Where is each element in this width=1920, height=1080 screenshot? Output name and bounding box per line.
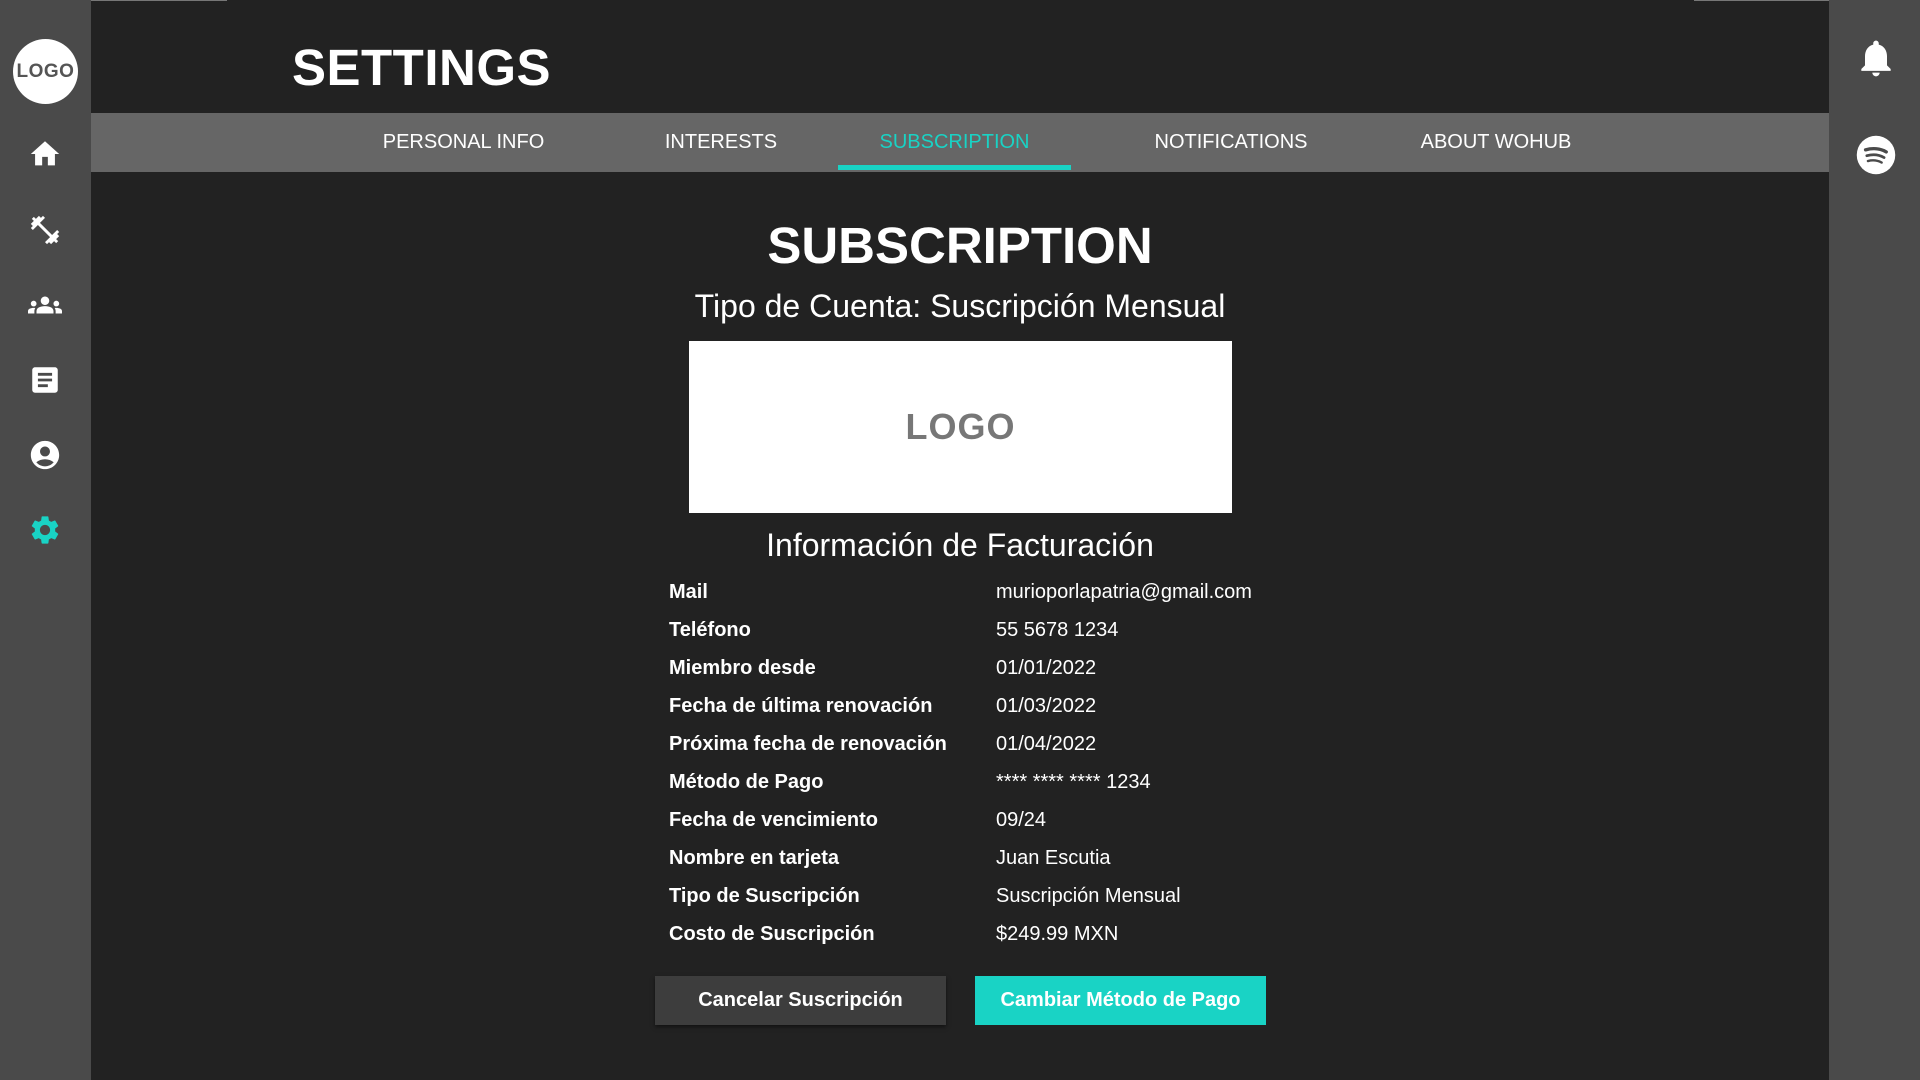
info-label: Nombre en tarjeta bbox=[669, 847, 840, 869]
info-label: Próxima fecha de renovación bbox=[669, 733, 947, 755]
info-row-last-renewal: Fecha de última renovación 01/03/2022 bbox=[669, 695, 1369, 725]
info-value: 09/24 bbox=[996, 809, 1047, 831]
active-tab-indicator bbox=[838, 165, 1071, 170]
info-row-expiration: Fecha de vencimiento 09/24 bbox=[669, 809, 1369, 839]
info-label: Fecha de última renovación bbox=[669, 695, 933, 717]
info-label: Costo de Suscripción bbox=[669, 923, 875, 945]
top-divider-right bbox=[1694, 0, 1829, 1]
section-title: SUBSCRIPTION bbox=[767, 217, 1153, 274]
info-value: Suscripción Mensual bbox=[996, 885, 1181, 907]
info-row-member-since: Miembro desde 01/01/2022 bbox=[669, 657, 1369, 687]
document-icon[interactable] bbox=[25, 360, 65, 400]
info-label: Fecha de vencimiento bbox=[669, 809, 878, 831]
info-value: 01/04/2022 bbox=[996, 733, 1097, 755]
tab-bar: PERSONAL INFO INTERESTS SUBSCRIPTION NOT… bbox=[91, 113, 1829, 172]
info-label: Miembro desde bbox=[669, 657, 816, 679]
info-label: Tipo de Suscripción bbox=[669, 885, 860, 907]
info-value: Juan Escutia bbox=[996, 847, 1111, 869]
change-payment-method-button[interactable]: Cambiar Método de Pago bbox=[975, 976, 1266, 1025]
tab-subscription[interactable]: SUBSCRIPTION bbox=[838, 113, 1071, 172]
account-type: Tipo de Cuenta: Suscripción Mensual bbox=[694, 288, 1226, 324]
bell-icon[interactable] bbox=[1854, 36, 1898, 80]
info-row-mail: Mail murioporlapatria@gmail.com bbox=[669, 581, 1369, 611]
info-value: 55 5678 1234 bbox=[996, 619, 1119, 641]
app-logo[interactable]: LOGO bbox=[13, 39, 78, 104]
info-value: $249.99 MXN bbox=[996, 923, 1119, 945]
tab-interests[interactable]: INTERESTS bbox=[641, 113, 801, 172]
info-row-card-name: Nombre en tarjeta Juan Escutia bbox=[669, 847, 1369, 877]
spotify-icon[interactable] bbox=[1854, 133, 1898, 177]
info-value: **** **** **** 1234 bbox=[996, 771, 1151, 793]
page-title: SETTINGS bbox=[292, 39, 552, 96]
tab-notifications[interactable]: NOTIFICATIONS bbox=[1121, 113, 1341, 172]
account-icon[interactable] bbox=[25, 435, 65, 475]
cancel-subscription-button[interactable]: Cancelar Suscripción bbox=[655, 976, 946, 1025]
billing-title: Información de Facturación bbox=[766, 527, 1154, 563]
info-value: 01/03/2022 bbox=[996, 695, 1097, 717]
logo-placeholder: LOGO bbox=[689, 341, 1232, 513]
tab-personal-info[interactable]: PERSONAL INFO bbox=[361, 113, 566, 172]
info-row-payment-method: Método de Pago **** **** **** 1234 bbox=[669, 771, 1369, 801]
tab-about-wohub[interactable]: ABOUT WOHUB bbox=[1401, 113, 1591, 172]
info-row-subscription-cost: Costo de Suscripción $249.99 MXN bbox=[669, 923, 1369, 953]
info-label: Método de Pago bbox=[669, 771, 824, 793]
info-row-subscription-type: Tipo de Suscripción Suscripción Mensual bbox=[669, 885, 1369, 915]
info-value: 01/01/2022 bbox=[996, 657, 1097, 679]
info-row-phone: Teléfono 55 5678 1234 bbox=[669, 619, 1369, 649]
top-divider-left bbox=[91, 0, 227, 1]
info-label: Teléfono bbox=[669, 619, 751, 641]
home-icon[interactable] bbox=[25, 134, 65, 174]
info-row-next-renewal: Próxima fecha de renovación 01/04/2022 bbox=[669, 733, 1369, 763]
info-label: Mail bbox=[669, 581, 708, 603]
info-value: murioporlapatria@gmail.com bbox=[996, 581, 1252, 603]
